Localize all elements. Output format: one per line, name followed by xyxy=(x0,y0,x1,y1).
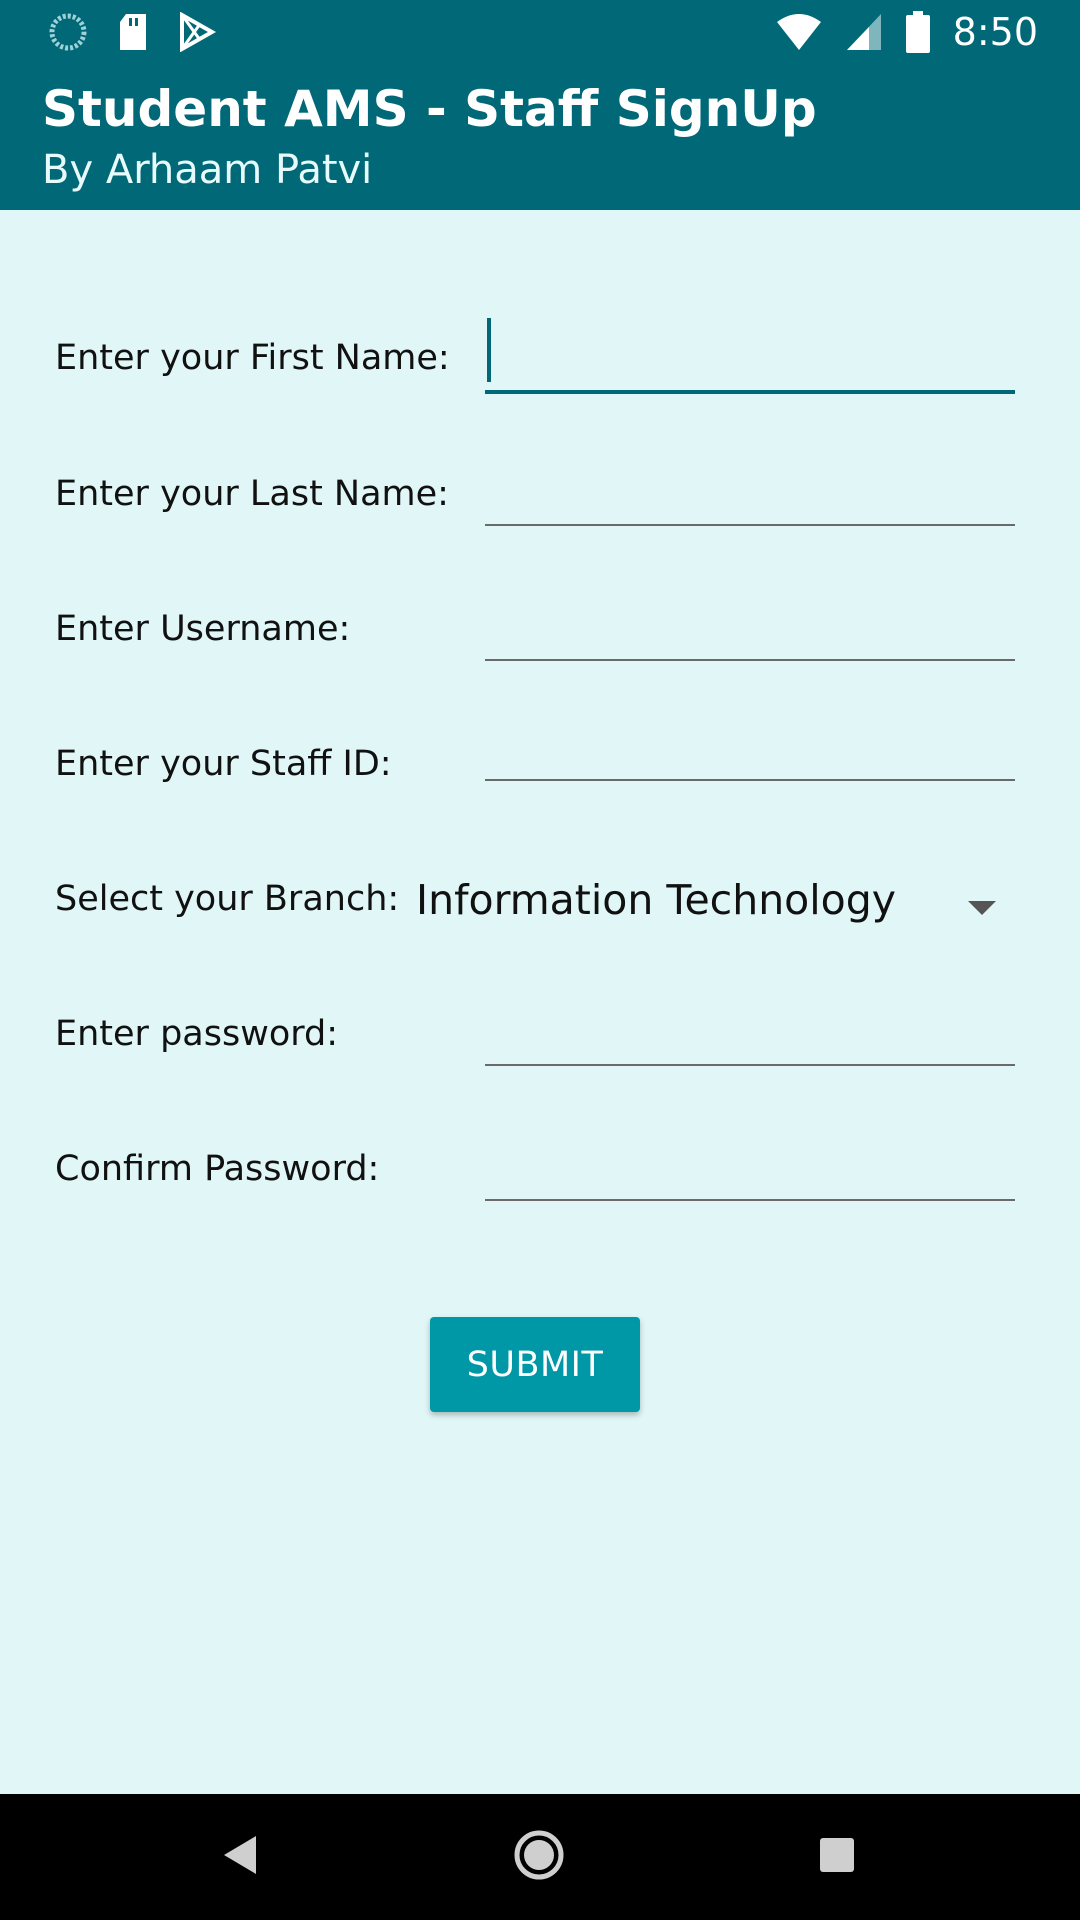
wifi-icon xyxy=(776,14,821,50)
first-name-label: Enter your First Name: xyxy=(55,338,450,378)
form-row-last-name: Enter your Last Name: xyxy=(0,446,1080,546)
confirm-password-label: Confirm Password: xyxy=(55,1149,380,1189)
last-name-label: Enter your Last Name: xyxy=(55,474,449,514)
navigation-bar xyxy=(0,1794,1080,1920)
first-name-input[interactable] xyxy=(485,314,1015,394)
password-label: Enter password: xyxy=(55,1014,339,1054)
sd-card-icon xyxy=(120,14,146,50)
status-right-icons: 8:50 xyxy=(775,10,1038,54)
form-row-staff-id: Enter your Staff ID: xyxy=(0,716,1080,816)
last-name-input[interactable] xyxy=(485,446,1015,526)
confirm-password-input[interactable] xyxy=(485,1121,1015,1201)
form-row-branch: Select your Branch: Information Technolo… xyxy=(0,851,1080,951)
form-row-confirm-password: Confirm Password: xyxy=(0,1121,1080,1221)
home-icon[interactable] xyxy=(512,1828,566,1882)
app-subtitle: By Arhaam Patvi xyxy=(42,147,373,193)
dropdown-arrow-icon xyxy=(968,901,996,915)
branch-selected-value: Information Technology xyxy=(416,876,897,924)
play-store-icon xyxy=(180,12,216,52)
back-icon[interactable] xyxy=(222,1834,258,1876)
form-row-username: Enter Username: xyxy=(0,581,1080,681)
staff-id-input[interactable] xyxy=(485,701,1015,781)
username-label: Enter Username: xyxy=(55,609,351,649)
username-input[interactable] xyxy=(485,581,1015,661)
text-cursor xyxy=(487,318,491,382)
form-row-password: Enter password: xyxy=(0,986,1080,1086)
branch-dropdown[interactable]: Information Technology xyxy=(414,855,1014,945)
branch-label: Select your Branch: xyxy=(55,879,400,919)
submit-button[interactable]: SUBMIT xyxy=(430,1317,640,1412)
password-input[interactable] xyxy=(485,986,1015,1066)
status-left-icons xyxy=(48,12,216,52)
form-row-first-name: Enter your First Name: xyxy=(0,310,1080,410)
staff-id-label: Enter your Staff ID: xyxy=(55,744,392,784)
battery-icon xyxy=(905,11,930,53)
status-time: 8:50 xyxy=(952,10,1038,54)
status-bar: 8:50 xyxy=(0,0,1080,63)
recents-icon[interactable] xyxy=(820,1838,854,1872)
app-bar: Student AMS - Staff SignUp By Arhaam Pat… xyxy=(0,63,1080,210)
app-title: Student AMS - Staff SignUp xyxy=(42,80,817,138)
sync-icon xyxy=(49,13,87,51)
signal-icon xyxy=(846,14,881,50)
